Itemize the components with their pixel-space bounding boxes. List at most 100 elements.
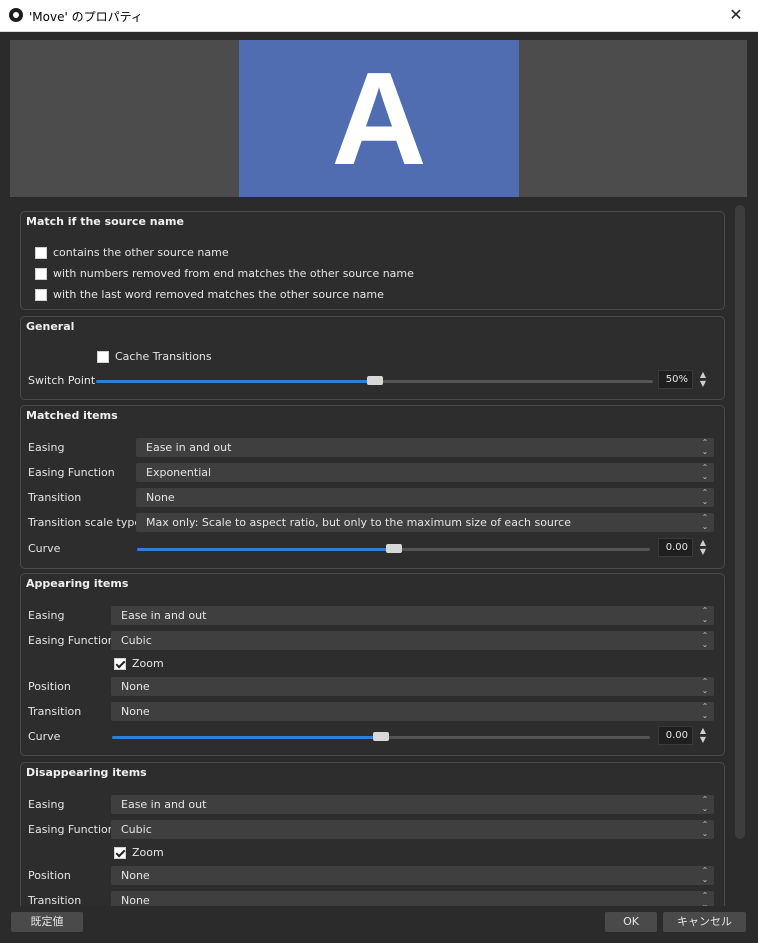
easing-label: Easing [28, 609, 65, 622]
curve-label: Curve [28, 542, 61, 555]
spin-up-icon[interactable]: ▲ [696, 370, 710, 379]
slider-fill [137, 548, 394, 551]
transition-label: Transition [28, 705, 82, 718]
appearing-transition-select[interactable]: None ⌃ ⌄ [111, 702, 714, 721]
general-group-title: General [26, 320, 75, 333]
cancel-button[interactable]: キャンセル [663, 912, 746, 932]
checkbox-box[interactable] [97, 350, 109, 363]
disappearing-group-title: Disappearing items [26, 766, 147, 779]
cache-transitions-checkbox[interactable]: Cache Transitions [97, 350, 212, 363]
switch-point-slider[interactable] [96, 374, 653, 388]
checkbox-box[interactable] [35, 288, 47, 301]
defaults-button[interactable]: 既定値 [11, 912, 83, 932]
appearing-group-title: Appearing items [26, 577, 129, 590]
select-value: None [121, 680, 150, 693]
matched-easing-select[interactable]: Ease in and out ⌃ ⌄ [136, 438, 714, 457]
updown-chevron-icon: ⌃ ⌄ [701, 606, 709, 624]
checkbox-box[interactable] [35, 246, 47, 259]
matched-curve-spinbox[interactable]: 0.00 ▲ ▼ [658, 538, 714, 557]
checkbox-label: Zoom [132, 657, 164, 670]
spin-up-icon[interactable]: ▲ [696, 538, 710, 547]
select-value: Exponential [146, 466, 212, 479]
appearing-position-select[interactable]: None ⌃ ⌄ [111, 677, 714, 696]
appearing-curve-slider[interactable] [112, 730, 650, 744]
checkbox-box[interactable] [114, 846, 126, 859]
switch-point-spinbox[interactable]: 50% ▲ ▼ [658, 370, 714, 389]
appearing-easing-function-select[interactable]: Cubic ⌃ ⌄ [111, 631, 714, 650]
match-contains-checkbox[interactable]: contains the other source name [35, 246, 229, 259]
checkbox-label: with the last word removed matches the o… [53, 288, 384, 301]
select-value: Ease in and out [121, 798, 207, 811]
close-button[interactable]: ✕ [714, 0, 758, 31]
appearing-zoom-checkbox[interactable]: Zoom [114, 657, 164, 670]
matched-easing-function-select[interactable]: Exponential ⌃ ⌄ [136, 463, 714, 482]
disappearing-easing-select[interactable]: Ease in and out ⌃ ⌄ [111, 795, 714, 814]
select-value: Cubic [121, 634, 152, 647]
matched-curve-slider[interactable] [137, 542, 650, 556]
properties-scroll-area: Match if the source name contains the ot… [10, 205, 747, 906]
easing-label: Easing [28, 798, 65, 811]
transition-label: Transition [28, 894, 82, 906]
spin-down-icon[interactable]: ▼ [696, 547, 710, 556]
easing-function-label: Easing Function [28, 634, 115, 647]
transition-label: Transition [28, 491, 82, 504]
updown-chevron-icon: ⌃ ⌄ [701, 463, 709, 481]
spin-down-icon[interactable]: ▼ [696, 735, 710, 744]
disappearing-easing-function-select[interactable]: Cubic ⌃ ⌄ [111, 820, 714, 839]
select-value: None [121, 894, 150, 906]
match-group: Match if the source name contains the ot… [20, 211, 725, 310]
curve-label: Curve [28, 730, 61, 743]
slider-handle[interactable] [373, 732, 389, 741]
checkbox-box[interactable] [114, 657, 126, 670]
ok-button[interactable]: OK [605, 912, 657, 932]
disappearing-items-group: Disappearing items Easing Ease in and ou… [20, 762, 725, 906]
appearing-items-group: Appearing items Easing Ease in and out ⌃… [20, 573, 725, 756]
checkbox-label: Zoom [132, 846, 164, 859]
spin-up-icon[interactable]: ▲ [696, 726, 710, 735]
disappearing-position-select[interactable]: None ⌃ ⌄ [111, 866, 714, 885]
checkbox-label: Cache Transitions [115, 350, 212, 363]
preview-image: A [239, 40, 519, 197]
spinbox-value[interactable]: 0.00 [658, 726, 693, 745]
properties-scrollbar[interactable] [735, 205, 745, 839]
disappearing-zoom-checkbox[interactable]: Zoom [114, 846, 164, 859]
appearing-curve-spinbox[interactable]: 0.00 ▲ ▼ [658, 726, 714, 745]
obs-app-icon [9, 8, 23, 22]
checkbox-box[interactable] [35, 267, 47, 280]
switch-point-label: Switch Point [28, 374, 96, 387]
matched-group-title: Matched items [26, 409, 118, 422]
spinbox-value[interactable]: 0.00 [658, 538, 693, 557]
updown-chevron-icon: ⌃ ⌄ [701, 702, 709, 720]
updown-chevron-icon: ⌃ ⌄ [701, 795, 709, 813]
slider-fill [96, 380, 375, 383]
select-value: Max only: Scale to aspect ratio, but onl… [146, 516, 571, 529]
updown-chevron-icon: ⌃ ⌄ [701, 488, 709, 506]
match-last-word-removed-checkbox[interactable]: with the last word removed matches the o… [35, 288, 384, 301]
spin-down-icon[interactable]: ▼ [696, 379, 710, 388]
window-title: 'Move' のプロパティ [29, 10, 143, 24]
slider-handle[interactable] [386, 544, 402, 553]
checkbox-label: contains the other source name [53, 246, 229, 259]
select-value: None [121, 869, 150, 882]
transition-scale-type-label: Transition scale type [28, 516, 142, 529]
easing-label: Easing [28, 441, 65, 454]
updown-chevron-icon: ⌃ ⌄ [701, 513, 709, 531]
matched-transition-select[interactable]: None ⌃ ⌄ [136, 488, 714, 507]
updown-chevron-icon: ⌃ ⌄ [701, 891, 709, 906]
position-label: Position [28, 869, 71, 882]
easing-function-label: Easing Function [28, 466, 115, 479]
appearing-easing-select[interactable]: Ease in and out ⌃ ⌄ [111, 606, 714, 625]
updown-chevron-icon: ⌃ ⌄ [701, 631, 709, 649]
slider-handle[interactable] [367, 376, 383, 385]
position-label: Position [28, 680, 71, 693]
disappearing-transition-select[interactable]: None ⌃ ⌄ [111, 891, 714, 906]
spinbox-value[interactable]: 50% [658, 370, 693, 389]
updown-chevron-icon: ⌃ ⌄ [701, 438, 709, 456]
title-bar: 'Move' のプロパティ ✕ [0, 0, 758, 32]
match-numbers-removed-checkbox[interactable]: with numbers removed from end matches th… [35, 267, 414, 280]
matched-scale-type-select[interactable]: Max only: Scale to aspect ratio, but onl… [136, 513, 714, 532]
select-value: Cubic [121, 823, 152, 836]
select-value: Ease in and out [121, 609, 207, 622]
slider-fill [112, 736, 381, 739]
updown-chevron-icon: ⌃ ⌄ [701, 866, 709, 884]
